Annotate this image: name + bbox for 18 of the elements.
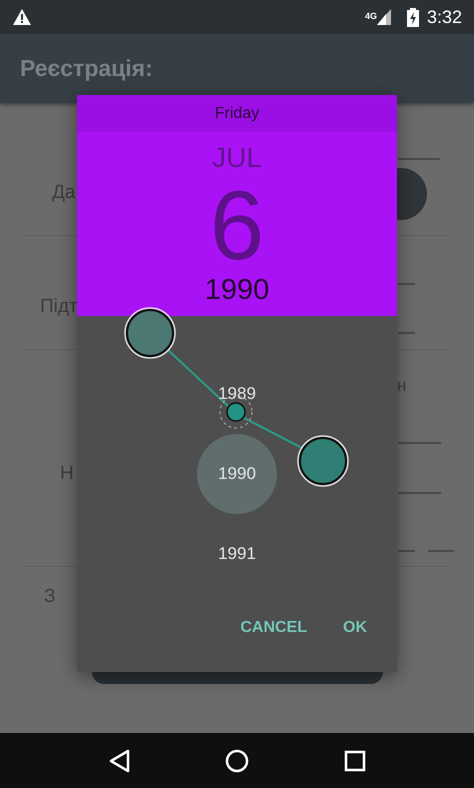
signal-icon bbox=[376, 9, 391, 25]
back-icon[interactable] bbox=[108, 748, 130, 772]
day-of-week: Friday bbox=[77, 95, 397, 132]
year-item[interactable]: 1990 bbox=[197, 434, 277, 514]
clock-time: 3:32 bbox=[426, 6, 462, 28]
battery-charging-icon bbox=[406, 8, 419, 26]
year-item[interactable]: 1989 bbox=[197, 354, 277, 434]
dialog-button[interactable]: CANCEL bbox=[226, 608, 321, 648]
selection-handles-drawing[interactable] bbox=[124, 307, 350, 489]
home-icon[interactable] bbox=[224, 748, 249, 772]
screen-title: Реєстрація: bbox=[20, 54, 153, 84]
warning-icon bbox=[12, 8, 32, 26]
year-label[interactable]: 1990 bbox=[204, 276, 270, 305]
day-number[interactable]: 6 bbox=[210, 176, 264, 274]
dialog-button[interactable]: OK bbox=[329, 608, 381, 648]
recents-icon[interactable] bbox=[344, 750, 366, 772]
network-type: 4G bbox=[364, 10, 377, 22]
year-item[interactable]: 1991 bbox=[197, 514, 277, 594]
